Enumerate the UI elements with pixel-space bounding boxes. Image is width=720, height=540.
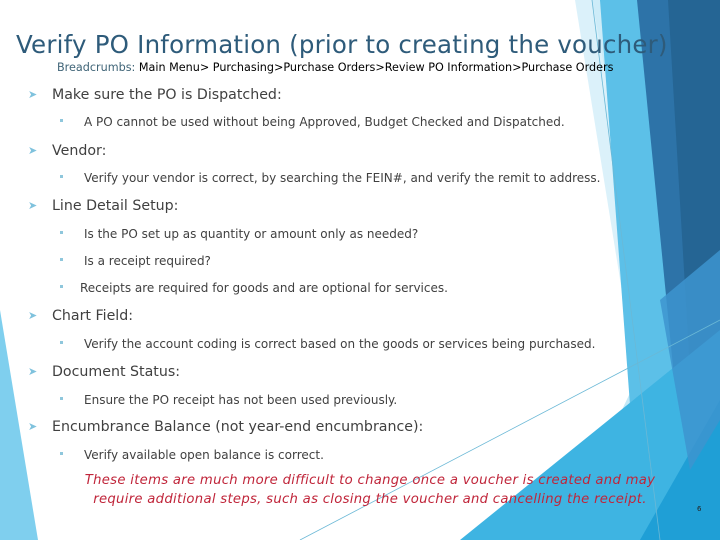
slide: Verify PO Information (prior to creating… bbox=[0, 0, 720, 540]
square-bullet-icon bbox=[60, 258, 63, 261]
arrow-bullet-icon: ➤ bbox=[28, 88, 38, 101]
square-bullet-icon bbox=[60, 175, 63, 178]
square-bullet-icon bbox=[60, 452, 63, 455]
arrow-bullet-icon: ➤ bbox=[28, 144, 38, 157]
square-bullet-icon bbox=[60, 285, 63, 288]
breadcrumb-label: Breadcrumbs: bbox=[57, 61, 136, 74]
warning-note-line-1: These items are much more difficult to c… bbox=[84, 473, 656, 488]
square-bullet-icon bbox=[60, 341, 63, 344]
warning-note: These items are much more difficult to c… bbox=[60, 471, 680, 509]
square-bullet-icon bbox=[60, 231, 63, 234]
arrow-bullet-icon: ➤ bbox=[28, 199, 38, 212]
arrow-bullet-icon: ➤ bbox=[28, 420, 38, 433]
square-bullet-icon bbox=[60, 119, 63, 122]
page-number: 6 bbox=[697, 505, 702, 513]
warning-note-line-2: require additional steps, such as closin… bbox=[93, 492, 647, 507]
breadcrumb-path: Main Menu> Purchasing>Purchase Orders>Re… bbox=[138, 61, 614, 74]
square-bullet-icon bbox=[60, 397, 63, 400]
slide-content: Verify PO Information (prior to creating… bbox=[16, 30, 702, 513]
slide-title: Verify PO Information (prior to creating… bbox=[16, 30, 668, 60]
breadcrumb: Breadcrumbs: Main Menu> Purchasing>Purch… bbox=[57, 61, 613, 74]
arrow-bullet-icon: ➤ bbox=[28, 365, 38, 378]
arrow-bullet-icon: ➤ bbox=[28, 309, 38, 322]
